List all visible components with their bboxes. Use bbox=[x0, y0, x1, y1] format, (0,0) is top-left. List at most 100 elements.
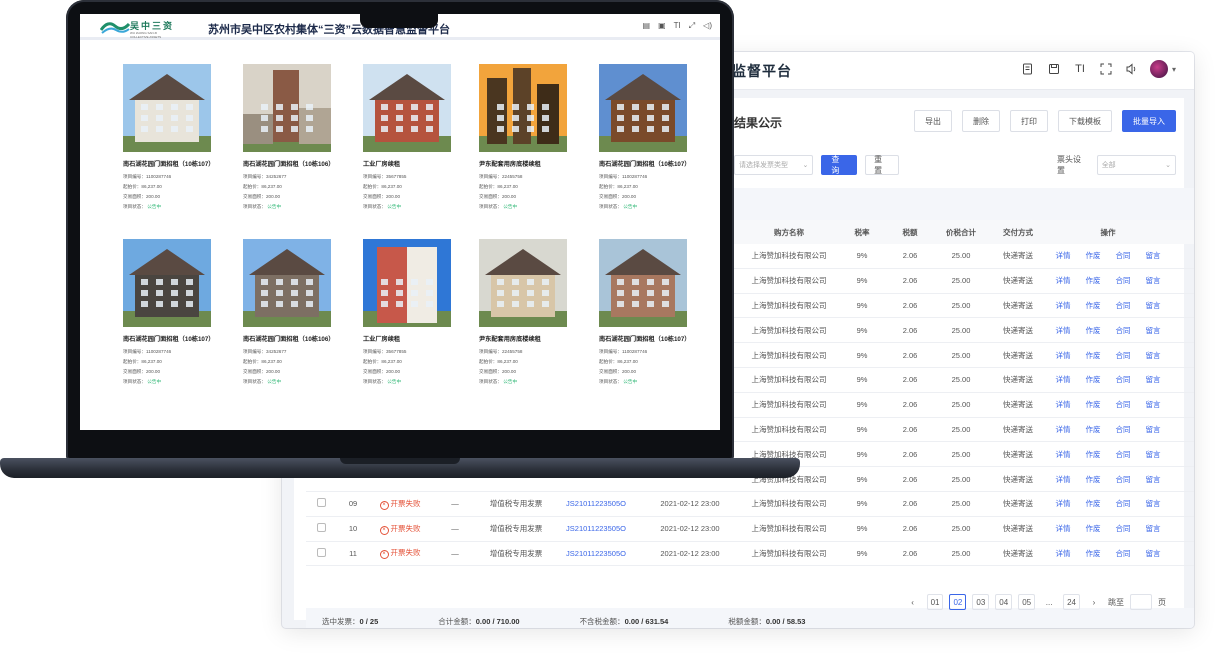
project-card[interactable]: 南石湖花园门面招租（10栋107） 项目编号：1100287746 起拍价：86,2… bbox=[599, 64, 699, 212]
project-name[interactable]: 南石湖花园门面招租（10栋106） bbox=[243, 159, 343, 168]
message-link[interactable]: 留言 bbox=[1146, 474, 1161, 485]
row-checkbox[interactable] bbox=[316, 498, 326, 508]
project-name[interactable]: 南石湖花园门面招租（10栋107） bbox=[123, 334, 223, 343]
chevron-down-icon[interactable]: ▾ bbox=[1172, 65, 1176, 74]
detail-link[interactable]: 详情 bbox=[1056, 548, 1071, 559]
project-name[interactable]: 南石湖花园门面招租（10栋106） bbox=[243, 334, 343, 343]
message-link[interactable]: 留言 bbox=[1146, 250, 1161, 261]
project-card[interactable]: 尹东配套用房底楼续租 项目编号：22455758 起拍价：86,237.00 交易面积… bbox=[479, 239, 579, 387]
void-link[interactable]: 作废 bbox=[1086, 449, 1101, 460]
project-name[interactable]: 南石湖花园门面招租（10栋107） bbox=[123, 159, 223, 168]
message-link[interactable]: 留言 bbox=[1146, 300, 1161, 311]
project-card[interactable]: 南石湖花园门面招租（10栋107） 项目编号：1100287746 起拍价：86,2… bbox=[599, 239, 699, 387]
contract-link[interactable]: 合同 bbox=[1116, 474, 1131, 485]
detail-link[interactable]: 详情 bbox=[1056, 498, 1071, 509]
detail-link[interactable]: 详情 bbox=[1056, 325, 1071, 336]
contract-link[interactable]: 合同 bbox=[1116, 325, 1131, 336]
fullscreen-icon[interactable] bbox=[1098, 61, 1114, 77]
fullscreen-icon[interactable]: ⤢ bbox=[689, 21, 695, 31]
project-photo[interactable] bbox=[599, 239, 687, 327]
message-link[interactable]: 留言 bbox=[1146, 325, 1161, 336]
invoice-number-link[interactable]: JS21011223505O bbox=[552, 549, 640, 558]
void-link[interactable]: 作废 bbox=[1086, 250, 1101, 261]
save-icon[interactable]: ▣ bbox=[658, 21, 666, 31]
project-name[interactable]: 南石湖花园门面招租（10栋107） bbox=[599, 159, 699, 168]
page-button[interactable]: 04 bbox=[995, 594, 1013, 610]
project-photo[interactable] bbox=[243, 64, 331, 152]
message-link[interactable]: 留言 bbox=[1146, 374, 1161, 385]
table-row[interactable]: 10 × 开票失败 — 增值税专用发票 JS21011223505O 2021-02-12 … bbox=[306, 517, 1194, 542]
page-button[interactable]: 02 bbox=[949, 594, 967, 610]
detail-link[interactable]: 详情 bbox=[1056, 523, 1071, 534]
project-photo[interactable] bbox=[479, 64, 567, 152]
row-checkbox[interactable] bbox=[316, 523, 326, 533]
contract-link[interactable]: 合同 bbox=[1116, 399, 1131, 410]
message-link[interactable]: 留言 bbox=[1146, 523, 1161, 534]
void-link[interactable]: 作废 bbox=[1086, 275, 1101, 286]
batch-import-button[interactable]: 批量导入 bbox=[1122, 110, 1176, 132]
contract-link[interactable]: 合同 bbox=[1116, 548, 1131, 559]
project-card[interactable]: 工业厂房续租 项目编号：35677855 起拍价：86,237.00 交易面积：200… bbox=[363, 64, 463, 212]
contract-link[interactable]: 合同 bbox=[1116, 498, 1131, 509]
message-link[interactable]: 留言 bbox=[1146, 449, 1161, 460]
project-photo[interactable] bbox=[479, 239, 567, 327]
table-row[interactable]: 09 × 开票失败 — 增值税专用发票 JS21011223505O 2021-02-12 … bbox=[306, 492, 1194, 517]
void-link[interactable]: 作废 bbox=[1086, 548, 1101, 559]
message-link[interactable]: 留言 bbox=[1146, 424, 1161, 435]
page-button[interactable]: 01 bbox=[926, 594, 944, 610]
void-link[interactable]: 作废 bbox=[1086, 523, 1101, 534]
font-size-icon[interactable]: TI bbox=[1072, 61, 1088, 77]
project-card[interactable]: 南石湖花园门面招租（10栋107） 项目编号：1100287746 起拍价：86,2… bbox=[123, 64, 223, 212]
goto-page-input[interactable] bbox=[1130, 594, 1152, 610]
detail-link[interactable]: 详情 bbox=[1056, 300, 1071, 311]
project-card[interactable]: 南石湖花园门面招租（10栋107） 项目编号：1100287746 起拍价：86,2… bbox=[123, 239, 223, 387]
volume-icon[interactable] bbox=[1124, 61, 1140, 77]
project-name[interactable]: 尹东配套用房底楼续租 bbox=[479, 334, 579, 343]
contract-link[interactable]: 合同 bbox=[1116, 250, 1131, 261]
delete-button[interactable]: 删除 bbox=[962, 110, 1000, 132]
contract-link[interactable]: 合同 bbox=[1116, 300, 1131, 311]
detail-link[interactable]: 详情 bbox=[1056, 250, 1071, 261]
project-card[interactable]: 南石湖花园门面招租（10栋106） 项目编号：34252677 起拍价：86,237… bbox=[243, 64, 343, 212]
contract-link[interactable]: 合同 bbox=[1116, 523, 1131, 534]
invoice-type-select[interactable]: 请选择发票类型 ⌄ bbox=[734, 155, 814, 175]
row-checkbox[interactable] bbox=[316, 547, 326, 557]
message-link[interactable]: 留言 bbox=[1146, 275, 1161, 286]
void-link[interactable]: 作废 bbox=[1086, 325, 1101, 336]
detail-link[interactable]: 详情 bbox=[1056, 399, 1071, 410]
detail-link[interactable]: 详情 bbox=[1056, 449, 1071, 460]
message-link[interactable]: 留言 bbox=[1146, 498, 1161, 509]
detail-link[interactable]: 详情 bbox=[1056, 374, 1071, 385]
table-row[interactable]: 11 × 开票失败 — 增值税专用发票 JS21011223505O 2021-02-12 … bbox=[306, 542, 1194, 567]
void-link[interactable]: 作废 bbox=[1086, 424, 1101, 435]
buyer-select[interactable]: 全部 ⌄ bbox=[1096, 155, 1176, 175]
prev-page-icon[interactable]: ‹ bbox=[905, 594, 921, 610]
message-link[interactable]: 留言 bbox=[1146, 399, 1161, 410]
page-button[interactable]: 05 bbox=[1018, 594, 1036, 610]
next-page-icon[interactable]: › bbox=[1086, 594, 1102, 610]
page-button[interactable]: 24 bbox=[1063, 594, 1080, 610]
query-button[interactable]: 查询 bbox=[821, 155, 858, 175]
contract-link[interactable]: 合同 bbox=[1116, 350, 1131, 361]
void-link[interactable]: 作废 bbox=[1086, 300, 1101, 311]
detail-link[interactable]: 详情 bbox=[1056, 350, 1071, 361]
project-name[interactable]: 尹东配套用房底楼续租 bbox=[479, 159, 579, 168]
volume-icon[interactable]: ◁) bbox=[703, 21, 712, 31]
void-link[interactable]: 作废 bbox=[1086, 474, 1101, 485]
project-photo[interactable] bbox=[599, 64, 687, 152]
page-button[interactable]: 03 bbox=[972, 594, 990, 610]
invoice-number-link[interactable]: JS21011223505O bbox=[552, 499, 640, 508]
print-button[interactable]: 打印 bbox=[1010, 110, 1048, 132]
void-link[interactable]: 作废 bbox=[1086, 498, 1101, 509]
void-link[interactable]: 作废 bbox=[1086, 399, 1101, 410]
invoice-number-link[interactable]: JS21011223505O bbox=[552, 524, 640, 533]
detail-link[interactable]: 详情 bbox=[1056, 275, 1071, 286]
project-name[interactable]: 工业厂房续租 bbox=[363, 334, 463, 343]
project-photo[interactable] bbox=[123, 239, 211, 327]
message-link[interactable]: 留言 bbox=[1146, 350, 1161, 361]
font-size-icon[interactable]: TI bbox=[674, 21, 681, 31]
detail-link[interactable]: 详情 bbox=[1056, 474, 1071, 485]
project-card[interactable]: 工业厂房续租 项目编号：35677855 起拍价：86,237.00 交易面积：200… bbox=[363, 239, 463, 387]
message-link[interactable]: 留言 bbox=[1146, 548, 1161, 559]
detail-link[interactable]: 详情 bbox=[1056, 424, 1071, 435]
